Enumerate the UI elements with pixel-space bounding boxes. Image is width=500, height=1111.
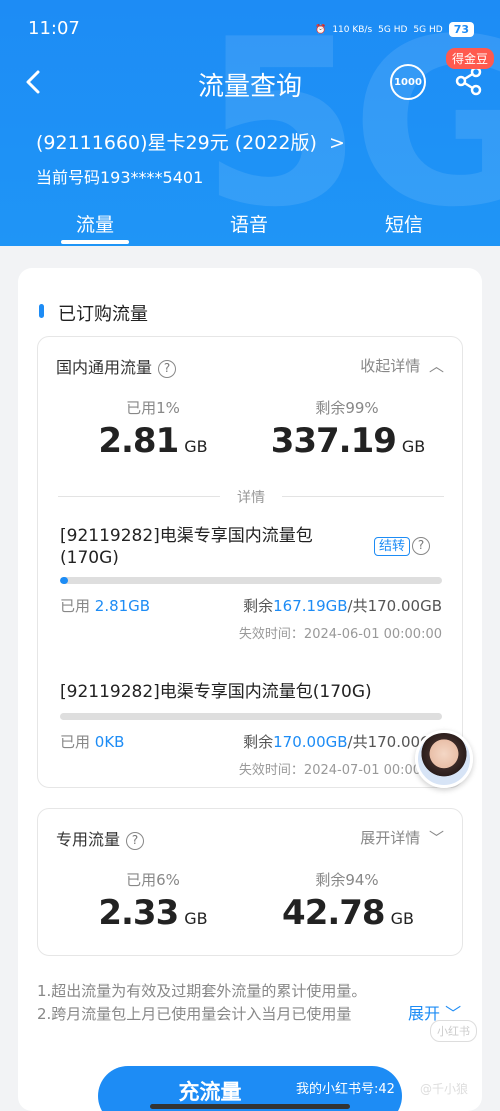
collapse-label: 收起详情	[360, 357, 421, 375]
tab-bar: 流量 语音 短信	[0, 208, 500, 246]
share-icon[interactable]	[455, 66, 483, 96]
signal-2: 5G HD	[413, 24, 443, 35]
used-percent: 已用1%	[126, 399, 180, 417]
remain-amount: 337.19 GB	[248, 421, 448, 461]
help-icon[interactable]: ?	[158, 359, 177, 378]
tab-sms[interactable]: 短信	[370, 210, 438, 237]
home-indicator	[150, 1104, 350, 1109]
special-title: 专用流量?	[56, 826, 145, 850]
gold-bean-badge[interactable]: 得金豆	[446, 48, 495, 69]
package-expire: 失效时间：2024-07-01 00:00:00	[238, 763, 442, 778]
battery-icon: 73	[448, 22, 474, 37]
help-icon[interactable]: ?	[412, 537, 430, 555]
remain-percent: 剩余94%	[315, 871, 379, 889]
used-amount: 2.81 GB	[53, 421, 253, 461]
collapse-details-toggle[interactable]: 收起详情 ︿	[360, 355, 444, 376]
package-name: [92119282]电渠专享国内流量包(170G)	[60, 526, 313, 568]
package-progress-bar	[60, 577, 442, 584]
total-value: /共170.00GB	[347, 597, 442, 615]
used-value: 2.81	[98, 421, 179, 461]
header: 5G 11:07 ⏰ 110 KB/s 5G HD 5G HD 73 流量查询 …	[0, 0, 500, 246]
watermark-text: 我的小红书号:42	[296, 1082, 395, 1097]
package-remain: 剩余170.00GB/共170.00GB	[243, 731, 442, 752]
carryover-tag: 结转	[374, 537, 411, 556]
recharge-label: 充流量	[178, 1080, 242, 1104]
chevron-down-icon: ﹀	[428, 829, 444, 847]
divider-right	[282, 496, 444, 497]
package-progress-fill	[60, 577, 68, 584]
used-unit: GB	[184, 437, 208, 456]
used-value: 2.33	[98, 893, 179, 933]
remain-value: 42.78	[282, 893, 386, 933]
watermark-logo: 小红书	[430, 1020, 477, 1042]
net-speed: 110 KB/s	[332, 24, 373, 35]
note-line: 2.跨月流量包上月已使用量会计入当月已使用量	[37, 1005, 352, 1023]
package-name: [92119282]电渠专享国内流量包(170G)	[60, 682, 372, 702]
package-expire: 失效时间：2024-06-01 00:00:00	[238, 627, 442, 642]
used-value: 0KB	[94, 733, 125, 751]
package-remain: 剩余167.19GB/共170.00GB	[243, 595, 442, 616]
package-used: 已用 0KB	[60, 731, 124, 752]
section-marker	[39, 304, 44, 318]
used-value: 2.81GB	[94, 597, 151, 615]
expand-details-toggle[interactable]: 展开详情 ﹀	[360, 827, 444, 848]
plan-label: (92111660)星卡29元 (2022版)	[36, 132, 317, 154]
tab-data[interactable]: 流量	[61, 210, 129, 237]
remain-unit: GB	[401, 437, 426, 456]
remain-amount: 42.78 GB	[248, 893, 448, 933]
used-prefix: 已用	[60, 733, 95, 751]
nav-bar: 流量查询 1000 得金豆	[0, 48, 500, 108]
used-percent: 已用6%	[126, 871, 180, 889]
note-line: 1.超出流量为有效及过期套外流量的累计使用量。	[37, 982, 367, 1000]
status-icons: ⏰ 110 KB/s 5G HD 5G HD 73	[315, 22, 474, 37]
special-title-label: 专用流量	[56, 830, 121, 849]
chevron-up-icon: ︿	[428, 357, 444, 375]
used-prefix: 已用	[60, 597, 95, 615]
package-used: 已用 2.81GB	[60, 595, 150, 616]
domestic-title: 国内通用流量?	[56, 354, 177, 378]
remain-unit: GB	[390, 909, 414, 928]
remain-prefix: 剩余	[243, 597, 274, 615]
remain-percent: 剩余99%	[315, 399, 379, 417]
alarm-icon: ⏰	[315, 24, 327, 35]
remain-value: 167.19GB	[273, 597, 348, 615]
domestic-title-label: 国内通用流量	[56, 358, 153, 377]
package-progress-bar	[60, 713, 442, 720]
details-divider-label: 详情	[237, 490, 265, 506]
notes: 1.超出流量为有效及过期套外流量的累计使用量。 2.跨月流量包上月已使用量会计入…	[37, 980, 467, 1026]
plan-name[interactable]: (92111660)星卡29元 (2022版) >	[36, 128, 345, 155]
signal-1: 5G HD	[378, 24, 408, 35]
status-time: 11:07	[28, 18, 80, 39]
service-10000-icon[interactable]: 1000	[390, 64, 426, 100]
used-unit: GB	[184, 909, 208, 928]
status-bar: 11:07 ⏰ 110 KB/s 5G HD 5G HD 73	[0, 0, 500, 58]
plan-arrow-icon: >	[328, 132, 345, 154]
tab-voice[interactable]: 语音	[215, 210, 283, 237]
watermark-author: @千小狼	[420, 1082, 469, 1096]
remain-value: 337.19	[270, 421, 397, 461]
expand-label: 展开详情	[360, 829, 421, 847]
remain-prefix: 剩余	[243, 733, 274, 751]
remain-value: 170.00GB	[273, 733, 348, 751]
help-icon[interactable]: ?	[126, 831, 145, 850]
assistant-avatar[interactable]	[415, 730, 473, 788]
domestic-data-box: 国内通用流量? 收起详情 ︿ 已用1% 2.81 GB 剩余99% 337.19 G…	[37, 336, 463, 788]
tab-indicator	[61, 240, 129, 244]
used-amount: 2.33 GB	[53, 893, 253, 933]
section-title: 已订购流量	[58, 304, 148, 325]
special-data-box: 专用流量? 展开详情 ﹀ 已用6% 2.33 GB 剩余94% 42.78 GB	[37, 808, 463, 956]
current-number: 当前号码193****5401	[36, 168, 204, 187]
